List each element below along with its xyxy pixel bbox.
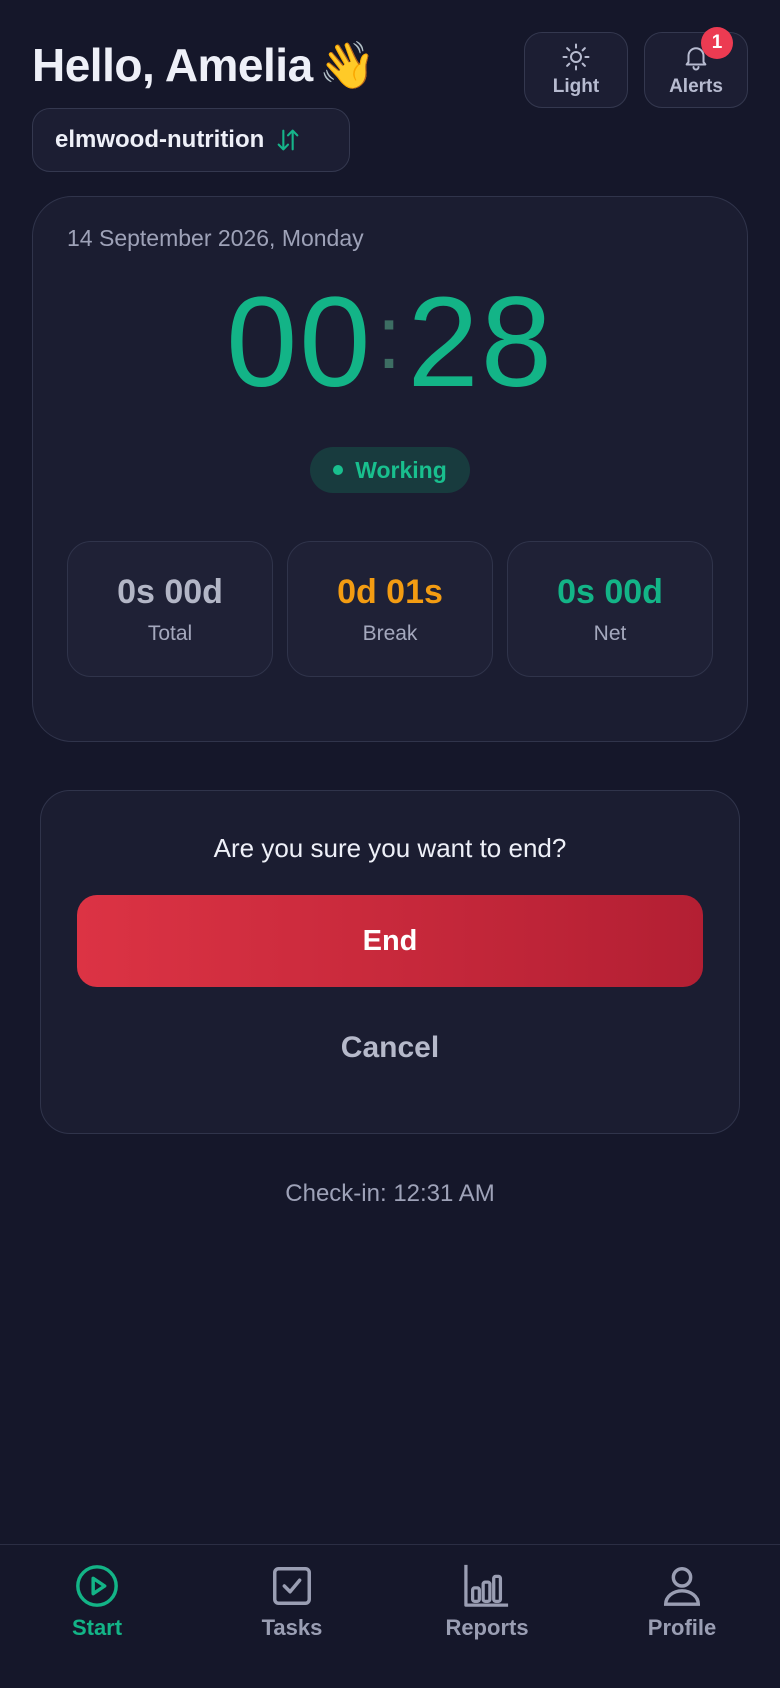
nav-start-label: Start: [71, 1615, 123, 1640]
checkin-time: Check-in: 12:31 AM: [285, 1180, 495, 1207]
cancel-button[interactable]: Cancel: [77, 1013, 703, 1083]
end-confirmation-card: Are you sure you want to end? End Cancel: [40, 790, 740, 1134]
nav-item-profile[interactable]: Profile: [612, 1563, 752, 1641]
net-value: 0s 00d: [557, 572, 663, 611]
nav-item-tasks[interactable]: Tasks: [222, 1563, 362, 1641]
timer-card: 14 September 2026, Monday 00:28 Working …: [32, 196, 748, 742]
play-circle-icon: [76, 1565, 118, 1607]
greeting-heading: Hello, Amelia 👋: [32, 38, 376, 93]
nav-item-start[interactable]: Start: [27, 1563, 167, 1641]
wave-emoji: 👋: [318, 39, 376, 91]
sun-icon: [562, 43, 590, 71]
confirm-question: Are you sure you want to end?: [213, 833, 567, 863]
timer-minutes: 00: [226, 271, 373, 414]
organization-name: elmwood-nutrition: [55, 126, 265, 153]
nav-tasks-label: Tasks: [261, 1615, 323, 1640]
nav-profile-label: Profile: [647, 1615, 717, 1640]
nav-reports-label: Reports: [445, 1615, 529, 1640]
alerts-count-badge: 1: [701, 27, 733, 59]
end-button[interactable]: End: [77, 895, 703, 987]
nav-item-reports[interactable]: Reports: [417, 1563, 557, 1641]
timer-separator: :: [376, 288, 404, 388]
timer-seconds: 28: [407, 271, 554, 414]
total-value: 0s 00d: [117, 572, 223, 611]
status-dot-icon: [333, 465, 344, 475]
user-icon: [663, 1567, 701, 1606]
status-badge: Working: [310, 447, 470, 493]
alerts-button[interactable]: Alerts 1: [644, 27, 748, 108]
total-stat-card: 0s 00d Total: [67, 541, 273, 677]
greeting-text: Hello, Amelia: [32, 39, 313, 91]
theme-toggle-button[interactable]: Light: [524, 32, 628, 108]
bottom-navigation: Start Tasks Reports Profile: [0, 1544, 780, 1688]
alerts-label: Alerts: [669, 76, 723, 97]
organization-switcher[interactable]: elmwood-nutrition: [32, 108, 350, 172]
checkbox-icon: [273, 1567, 311, 1605]
total-label: Total: [147, 621, 193, 645]
bar-chart-icon: [464, 1564, 509, 1607]
swap-vertical-icon: [277, 129, 299, 151]
current-date: 14 September 2026, Monday: [67, 225, 364, 251]
net-label: Net: [593, 621, 627, 645]
break-value: 0d 01s: [337, 572, 443, 611]
break-label: Break: [362, 621, 418, 645]
app-screen: Hello, Amelia 👋 Light Alerts 1 elmwood-nu…: [0, 0, 780, 1688]
net-stat-card: 0s 00d Net: [507, 541, 713, 677]
theme-toggle-label: Light: [552, 76, 600, 97]
break-stat-card: 0d 01s Break: [287, 541, 493, 677]
status-text: Working: [355, 456, 447, 483]
elapsed-timer: 00:28: [33, 279, 747, 407]
